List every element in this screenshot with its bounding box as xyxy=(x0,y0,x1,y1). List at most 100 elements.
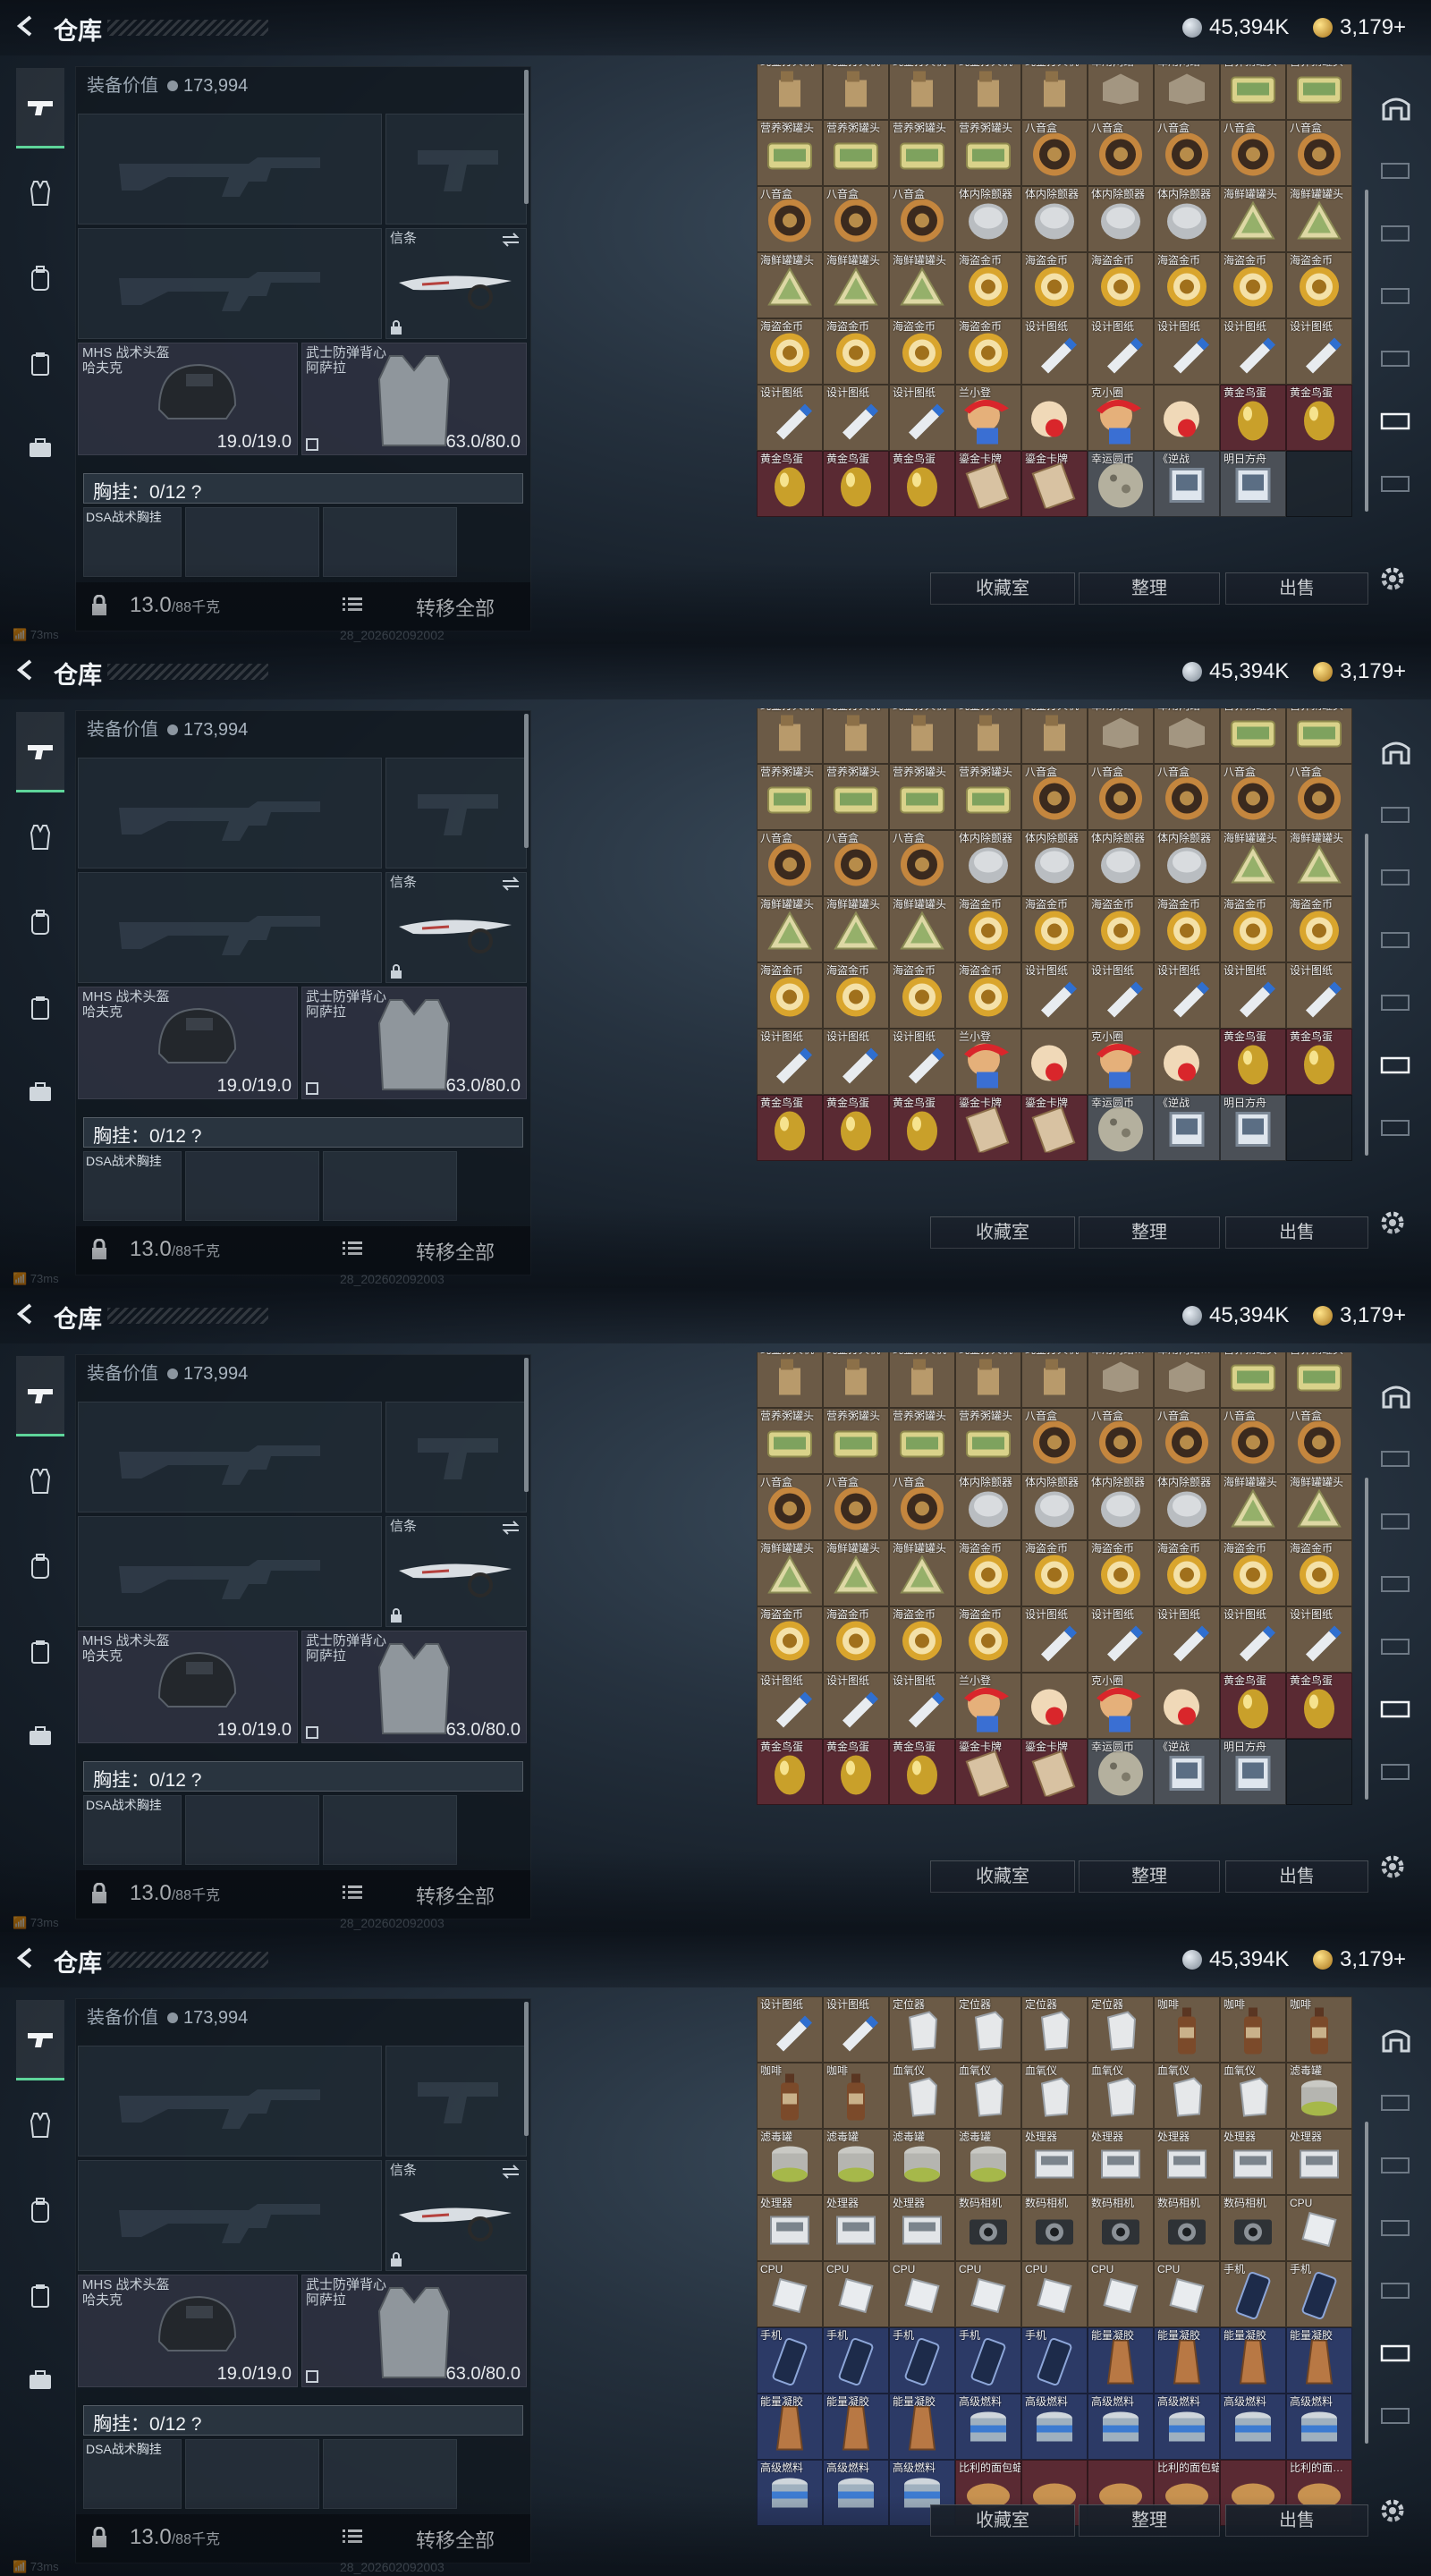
inventory-item[interactable]: 黄金鸟蛋 xyxy=(823,451,889,517)
inventory-item[interactable]: 黄金鸟蛋 xyxy=(1286,1673,1352,1739)
gold-currency[interactable]: 3,179+ xyxy=(1313,657,1406,687)
rig-cell[interactable] xyxy=(185,2439,319,2509)
inventory-item[interactable]: 海鲜罐罐头 xyxy=(823,896,889,962)
inventory-item[interactable]: 手机 xyxy=(1220,2261,1286,2327)
inventory-item[interactable]: 八音盒 xyxy=(1088,1408,1154,1474)
sort-button[interactable]: 整理 xyxy=(1079,572,1220,605)
list-icon[interactable] xyxy=(343,1885,362,1901)
storage-tab-6[interactable] xyxy=(1374,2326,1418,2379)
storage-tab-main[interactable] xyxy=(1374,1368,1418,1422)
inventory-item[interactable]: 体内除颤器 xyxy=(955,830,1021,896)
nav-case[interactable] xyxy=(16,2340,64,2420)
collection-room-button[interactable]: 收藏室 xyxy=(930,1860,1075,1893)
inventory-item[interactable] xyxy=(1021,1029,1088,1095)
inventory-item[interactable]: 海盗金币 xyxy=(1088,896,1154,962)
inventory-item[interactable]: 血氧仪 xyxy=(1220,2063,1286,2129)
inventory-item[interactable]: 兰小登 xyxy=(955,385,1021,451)
inventory-item[interactable]: 海盗金币 xyxy=(823,962,889,1029)
storage-tab-7[interactable] xyxy=(1374,1744,1418,1798)
inventory-item[interactable]: 海盗金币 xyxy=(1286,896,1352,962)
pistol-slot[interactable] xyxy=(385,2046,527,2157)
inventory-item[interactable]: 高级燃料 xyxy=(757,2460,823,2526)
inventory-item[interactable]: 海鲜罐罐头 xyxy=(1286,186,1352,252)
inventory-item[interactable]: 体内除颤器 xyxy=(1021,186,1088,252)
secondary-weapon-slot[interactable] xyxy=(78,872,382,983)
inventory-item[interactable]: 处理器 xyxy=(757,2195,823,2261)
inventory-item[interactable] xyxy=(1220,2460,1286,2526)
melee-slot[interactable]: 信条 xyxy=(385,1516,527,1627)
inventory-item[interactable]: 营养粥罐头 xyxy=(889,764,955,830)
inventory-item[interactable] xyxy=(1021,1673,1088,1739)
inventory-item[interactable]: 黄金鸟蛋 xyxy=(1286,385,1352,451)
inventory-item[interactable]: 八音盒 xyxy=(823,830,889,896)
nav-armor[interactable] xyxy=(16,2085,64,2165)
pistol-slot[interactable] xyxy=(385,114,527,225)
inventory-item[interactable]: 定位器 xyxy=(889,1996,955,2063)
inventory-item[interactable]: 明日方舟 xyxy=(1220,1739,1286,1805)
inventory-item[interactable]: 海盗金币 xyxy=(955,1606,1021,1673)
panel-scrollbar[interactable] xyxy=(524,70,529,204)
inventory-item[interactable]: 海盗金币 xyxy=(823,318,889,385)
primary-weapon-slot[interactable] xyxy=(78,114,382,225)
inventory-item[interactable]: 设计图纸 xyxy=(1154,318,1220,385)
primary-weapon-slot[interactable] xyxy=(78,1402,382,1513)
inventory-item[interactable]: 设计图纸 xyxy=(1220,962,1286,1029)
inventory-item[interactable]: CPU xyxy=(1021,2261,1088,2327)
inventory-item[interactable]: 八音盒 xyxy=(889,186,955,252)
storage-tab-3[interactable] xyxy=(1374,206,1418,259)
inventory-item[interactable]: 黄金鸟蛋 xyxy=(1220,385,1286,451)
rig-cell[interactable] xyxy=(323,1795,457,1865)
storage-tab-4[interactable] xyxy=(1374,912,1418,966)
inventory-item[interactable]: 滤毒罐 xyxy=(757,2129,823,2195)
rig-cell[interactable] xyxy=(185,507,319,577)
inventory-item[interactable] xyxy=(1021,385,1088,451)
panel-scrollbar[interactable] xyxy=(524,2002,529,2136)
inventory-item[interactable]: 体内除颤器 xyxy=(1088,830,1154,896)
inventory-item[interactable]: 海鲜罐罐头 xyxy=(889,1540,955,1606)
inventory-item[interactable]: 军用网络… xyxy=(1154,1352,1220,1408)
inventory-item[interactable]: 营养粥罐头 xyxy=(955,764,1021,830)
inventory-item[interactable]: 纯金打火机 xyxy=(1021,708,1088,764)
collection-room-button[interactable]: 收藏室 xyxy=(930,572,1075,605)
primary-weapon-slot[interactable] xyxy=(78,2046,382,2157)
inventory-item[interactable]: 处理器 xyxy=(1286,2129,1352,2195)
armor-slot[interactable]: 武士防弹背心 阿萨拉 63.0/80.0 xyxy=(301,2275,527,2387)
rig-item-slot[interactable]: DSA战术胸挂 xyxy=(83,2439,182,2509)
inventory-item[interactable]: 设计图纸 xyxy=(757,1996,823,2063)
inventory-item[interactable]: 军用网络 xyxy=(1154,708,1220,764)
inventory-item[interactable]: 纯金打火机 xyxy=(889,1352,955,1408)
inventory-item[interactable] xyxy=(1154,385,1220,451)
inventory-item[interactable]: 海盗金币 xyxy=(757,318,823,385)
inventory-item[interactable]: 海鲜罐罐头 xyxy=(823,1540,889,1606)
sell-button[interactable]: 出售 xyxy=(1225,1860,1368,1893)
inventory-item[interactable]: 纯金打火机 xyxy=(889,64,955,120)
inventory-item[interactable]: 营养粥罐头 xyxy=(1286,708,1352,764)
inventory-item[interactable]: 数码相机 xyxy=(955,2195,1021,2261)
inventory-item[interactable]: 军用网络 xyxy=(1088,708,1154,764)
gold-currency[interactable]: 3,179+ xyxy=(1313,13,1406,43)
storage-tab-2[interactable] xyxy=(1374,1431,1418,1485)
nav-armor[interactable] xyxy=(16,797,64,877)
inventory-item[interactable]: 营养粥罐头 xyxy=(955,1408,1021,1474)
storage-tab-4[interactable] xyxy=(1374,1556,1418,1610)
inventory-item[interactable]: 营养粥罐头 xyxy=(889,1408,955,1474)
inventory-item[interactable]: 黄金鸟蛋 xyxy=(889,1095,955,1161)
inventory-item[interactable]: 八音盒 xyxy=(823,186,889,252)
inventory-item[interactable]: 明日方舟 xyxy=(1220,1095,1286,1161)
inventory-item[interactable]: 八音盒 xyxy=(757,186,823,252)
inventory-item[interactable]: 海盗金币 xyxy=(955,896,1021,962)
inventory-item[interactable] xyxy=(1154,1673,1220,1739)
inventory-item[interactable]: 高级燃料 xyxy=(955,2394,1021,2460)
inventory-item[interactable]: 海盗金币 xyxy=(1088,1540,1154,1606)
inventory-item[interactable]: 兰小登 xyxy=(955,1673,1021,1739)
transfer-all-button[interactable]: 转移全部 xyxy=(416,2525,495,2554)
inventory-item[interactable]: 设计图纸 xyxy=(1154,962,1220,1029)
silver-currency[interactable]: 45,394K xyxy=(1182,657,1289,687)
inventory-item[interactable]: 海鲜罐罐头 xyxy=(757,1540,823,1606)
silver-currency[interactable]: 45,394K xyxy=(1182,1945,1289,1975)
inventory-item[interactable]: 八音盒 xyxy=(1021,120,1088,186)
armor-slot[interactable]: 武士防弹背心 阿萨拉 63.0/80.0 xyxy=(301,343,527,455)
inventory-item[interactable]: 营养粥罐头 xyxy=(757,1408,823,1474)
inventory-item[interactable]: 海盗金币 xyxy=(757,962,823,1029)
inventory-item[interactable]: 营养粥罐头 xyxy=(1220,1352,1286,1408)
